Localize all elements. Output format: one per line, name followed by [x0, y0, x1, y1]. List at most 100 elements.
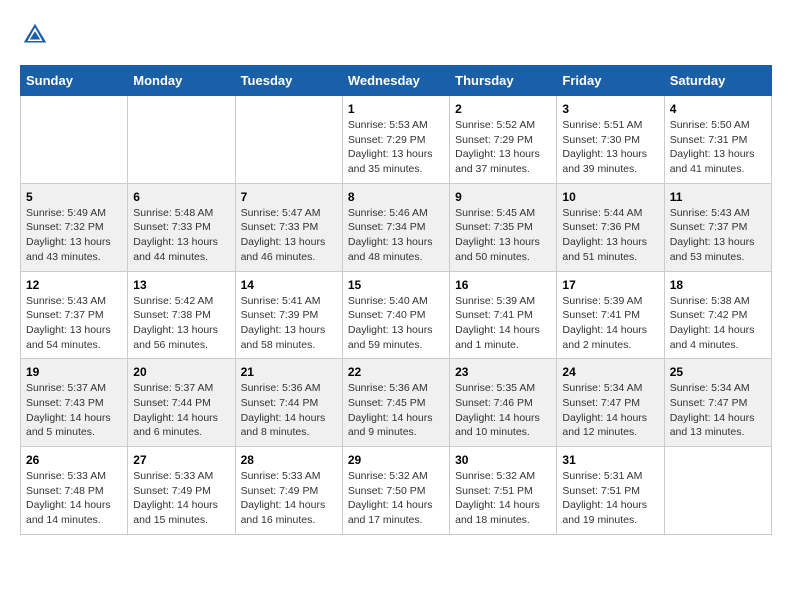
- day-number: 23: [455, 365, 551, 379]
- calendar-cell: 2 Sunrise: 5:52 AM Sunset: 7:29 PM Daylig…: [450, 96, 557, 184]
- calendar-cell: 29 Sunrise: 5:32 AM Sunset: 7:50 PM Dayli…: [342, 447, 449, 535]
- day-number: 12: [26, 278, 122, 292]
- day-number: 14: [241, 278, 337, 292]
- calendar-table: SundayMondayTuesdayWednesdayThursdayFrid…: [20, 65, 772, 535]
- calendar-cell: 9 Sunrise: 5:45 AM Sunset: 7:35 PM Daylig…: [450, 183, 557, 271]
- day-number: 2: [455, 102, 551, 116]
- day-number: 6: [133, 190, 229, 204]
- day-info: Sunrise: 5:48 AM Sunset: 7:33 PM Dayligh…: [133, 206, 229, 265]
- calendar-cell: 5 Sunrise: 5:49 AM Sunset: 7:32 PM Daylig…: [21, 183, 128, 271]
- day-number: 1: [348, 102, 444, 116]
- calendar-cell: [128, 96, 235, 184]
- day-info: Sunrise: 5:31 AM Sunset: 7:51 PM Dayligh…: [562, 469, 658, 528]
- day-info: Sunrise: 5:49 AM Sunset: 7:32 PM Dayligh…: [26, 206, 122, 265]
- weekday-header-row: SundayMondayTuesdayWednesdayThursdayFrid…: [21, 66, 772, 96]
- day-info: Sunrise: 5:52 AM Sunset: 7:29 PM Dayligh…: [455, 118, 551, 177]
- calendar-cell: 10Sunrise: 5:44 AM Sunset: 7:36 PM Dayli…: [557, 183, 664, 271]
- day-number: 3: [562, 102, 658, 116]
- day-info: Sunrise: 5:53 AM Sunset: 7:29 PM Dayligh…: [348, 118, 444, 177]
- calendar-cell: 8Sunrise: 5:46 AM Sunset: 7:34 PM Daylig…: [342, 183, 449, 271]
- calendar-cell: 19 Sunrise: 5:37 AM Sunset: 7:43 PM Dayli…: [21, 359, 128, 447]
- day-number: 4: [670, 102, 766, 116]
- day-info: Sunrise: 5:37 AM Sunset: 7:43 PM Dayligh…: [26, 381, 122, 440]
- calendar-cell: 23 Sunrise: 5:35 AM Sunset: 7:46 PM Dayli…: [450, 359, 557, 447]
- day-info: Sunrise: 5:39 AM Sunset: 7:41 PM Dayligh…: [455, 294, 551, 353]
- day-number: 27: [133, 453, 229, 467]
- weekday-friday: Friday: [557, 66, 664, 96]
- day-number: 13: [133, 278, 229, 292]
- day-number: 19: [26, 365, 122, 379]
- day-info: Sunrise: 5:45 AM Sunset: 7:35 PM Dayligh…: [455, 206, 551, 265]
- logo-icon: [20, 20, 50, 50]
- day-number: 15: [348, 278, 444, 292]
- day-number: 29: [348, 453, 444, 467]
- day-info: Sunrise: 5:46 AM Sunset: 7:34 PM Dayligh…: [348, 206, 444, 265]
- day-info: Sunrise: 5:33 AM Sunset: 7:49 PM Dayligh…: [133, 469, 229, 528]
- calendar-cell: [664, 447, 771, 535]
- calendar-cell: 7 Sunrise: 5:47 AM Sunset: 7:33 PM Daylig…: [235, 183, 342, 271]
- calendar-cell: [235, 96, 342, 184]
- calendar-cell: 14 Sunrise: 5:41 AM Sunset: 7:39 PM Dayli…: [235, 271, 342, 359]
- calendar-cell: 4Sunrise: 5:50 AM Sunset: 7:31 PM Daylig…: [664, 96, 771, 184]
- day-info: Sunrise: 5:33 AM Sunset: 7:48 PM Dayligh…: [26, 469, 122, 528]
- day-info: Sunrise: 5:40 AM Sunset: 7:40 PM Dayligh…: [348, 294, 444, 353]
- weekday-tuesday: Tuesday: [235, 66, 342, 96]
- day-number: 28: [241, 453, 337, 467]
- day-number: 25: [670, 365, 766, 379]
- calendar-header: SundayMondayTuesdayWednesdayThursdayFrid…: [21, 66, 772, 96]
- weekday-saturday: Saturday: [664, 66, 771, 96]
- weekday-monday: Monday: [128, 66, 235, 96]
- day-number: 31: [562, 453, 658, 467]
- calendar-cell: 31 Sunrise: 5:31 AM Sunset: 7:51 PM Dayli…: [557, 447, 664, 535]
- day-number: 9: [455, 190, 551, 204]
- day-number: 11: [670, 190, 766, 204]
- calendar-cell: 3 Sunrise: 5:51 AM Sunset: 7:30 PM Daylig…: [557, 96, 664, 184]
- day-info: Sunrise: 5:36 AM Sunset: 7:45 PM Dayligh…: [348, 381, 444, 440]
- day-number: 18: [670, 278, 766, 292]
- calendar-cell: 21Sunrise: 5:36 AM Sunset: 7:44 PM Dayli…: [235, 359, 342, 447]
- calendar-week-row: 1 Sunrise: 5:53 AM Sunset: 7:29 PM Daylig…: [21, 96, 772, 184]
- day-number: 30: [455, 453, 551, 467]
- calendar-week-row: 12 Sunrise: 5:43 AM Sunset: 7:37 PM Dayli…: [21, 271, 772, 359]
- calendar-cell: 17 Sunrise: 5:39 AM Sunset: 7:41 PM Dayli…: [557, 271, 664, 359]
- day-info: Sunrise: 5:42 AM Sunset: 7:38 PM Dayligh…: [133, 294, 229, 353]
- calendar-cell: 27 Sunrise: 5:33 AM Sunset: 7:49 PM Dayli…: [128, 447, 235, 535]
- calendar-cell: 24Sunrise: 5:34 AM Sunset: 7:47 PM Dayli…: [557, 359, 664, 447]
- day-number: 16: [455, 278, 551, 292]
- logo: [20, 20, 54, 50]
- day-info: Sunrise: 5:34 AM Sunset: 7:47 PM Dayligh…: [670, 381, 766, 440]
- day-number: 26: [26, 453, 122, 467]
- calendar-cell: 18 Sunrise: 5:38 AM Sunset: 7:42 PM Dayli…: [664, 271, 771, 359]
- day-info: Sunrise: 5:38 AM Sunset: 7:42 PM Dayligh…: [670, 294, 766, 353]
- calendar-cell: 1 Sunrise: 5:53 AM Sunset: 7:29 PM Daylig…: [342, 96, 449, 184]
- day-info: Sunrise: 5:37 AM Sunset: 7:44 PM Dayligh…: [133, 381, 229, 440]
- day-number: 10: [562, 190, 658, 204]
- day-info: Sunrise: 5:51 AM Sunset: 7:30 PM Dayligh…: [562, 118, 658, 177]
- day-info: Sunrise: 5:41 AM Sunset: 7:39 PM Dayligh…: [241, 294, 337, 353]
- calendar-cell: 13 Sunrise: 5:42 AM Sunset: 7:38 PM Dayli…: [128, 271, 235, 359]
- day-number: 20: [133, 365, 229, 379]
- day-info: Sunrise: 5:36 AM Sunset: 7:44 PM Dayligh…: [241, 381, 337, 440]
- calendar-cell: 20 Sunrise: 5:37 AM Sunset: 7:44 PM Dayli…: [128, 359, 235, 447]
- weekday-sunday: Sunday: [21, 66, 128, 96]
- calendar-cell: [21, 96, 128, 184]
- calendar-cell: 15 Sunrise: 5:40 AM Sunset: 7:40 PM Dayli…: [342, 271, 449, 359]
- page-header: [20, 20, 772, 50]
- day-number: 5: [26, 190, 122, 204]
- day-number: 17: [562, 278, 658, 292]
- calendar-cell: 22 Sunrise: 5:36 AM Sunset: 7:45 PM Dayli…: [342, 359, 449, 447]
- calendar-week-row: 26 Sunrise: 5:33 AM Sunset: 7:48 PM Dayli…: [21, 447, 772, 535]
- calendar-week-row: 5 Sunrise: 5:49 AM Sunset: 7:32 PM Daylig…: [21, 183, 772, 271]
- day-info: Sunrise: 5:32 AM Sunset: 7:51 PM Dayligh…: [455, 469, 551, 528]
- calendar-body: 1 Sunrise: 5:53 AM Sunset: 7:29 PM Daylig…: [21, 96, 772, 535]
- day-info: Sunrise: 5:33 AM Sunset: 7:49 PM Dayligh…: [241, 469, 337, 528]
- day-number: 22: [348, 365, 444, 379]
- day-info: Sunrise: 5:47 AM Sunset: 7:33 PM Dayligh…: [241, 206, 337, 265]
- day-info: Sunrise: 5:39 AM Sunset: 7:41 PM Dayligh…: [562, 294, 658, 353]
- day-number: 7: [241, 190, 337, 204]
- day-info: Sunrise: 5:34 AM Sunset: 7:47 PM Dayligh…: [562, 381, 658, 440]
- weekday-thursday: Thursday: [450, 66, 557, 96]
- day-info: Sunrise: 5:43 AM Sunset: 7:37 PM Dayligh…: [26, 294, 122, 353]
- day-info: Sunrise: 5:32 AM Sunset: 7:50 PM Dayligh…: [348, 469, 444, 528]
- day-info: Sunrise: 5:35 AM Sunset: 7:46 PM Dayligh…: [455, 381, 551, 440]
